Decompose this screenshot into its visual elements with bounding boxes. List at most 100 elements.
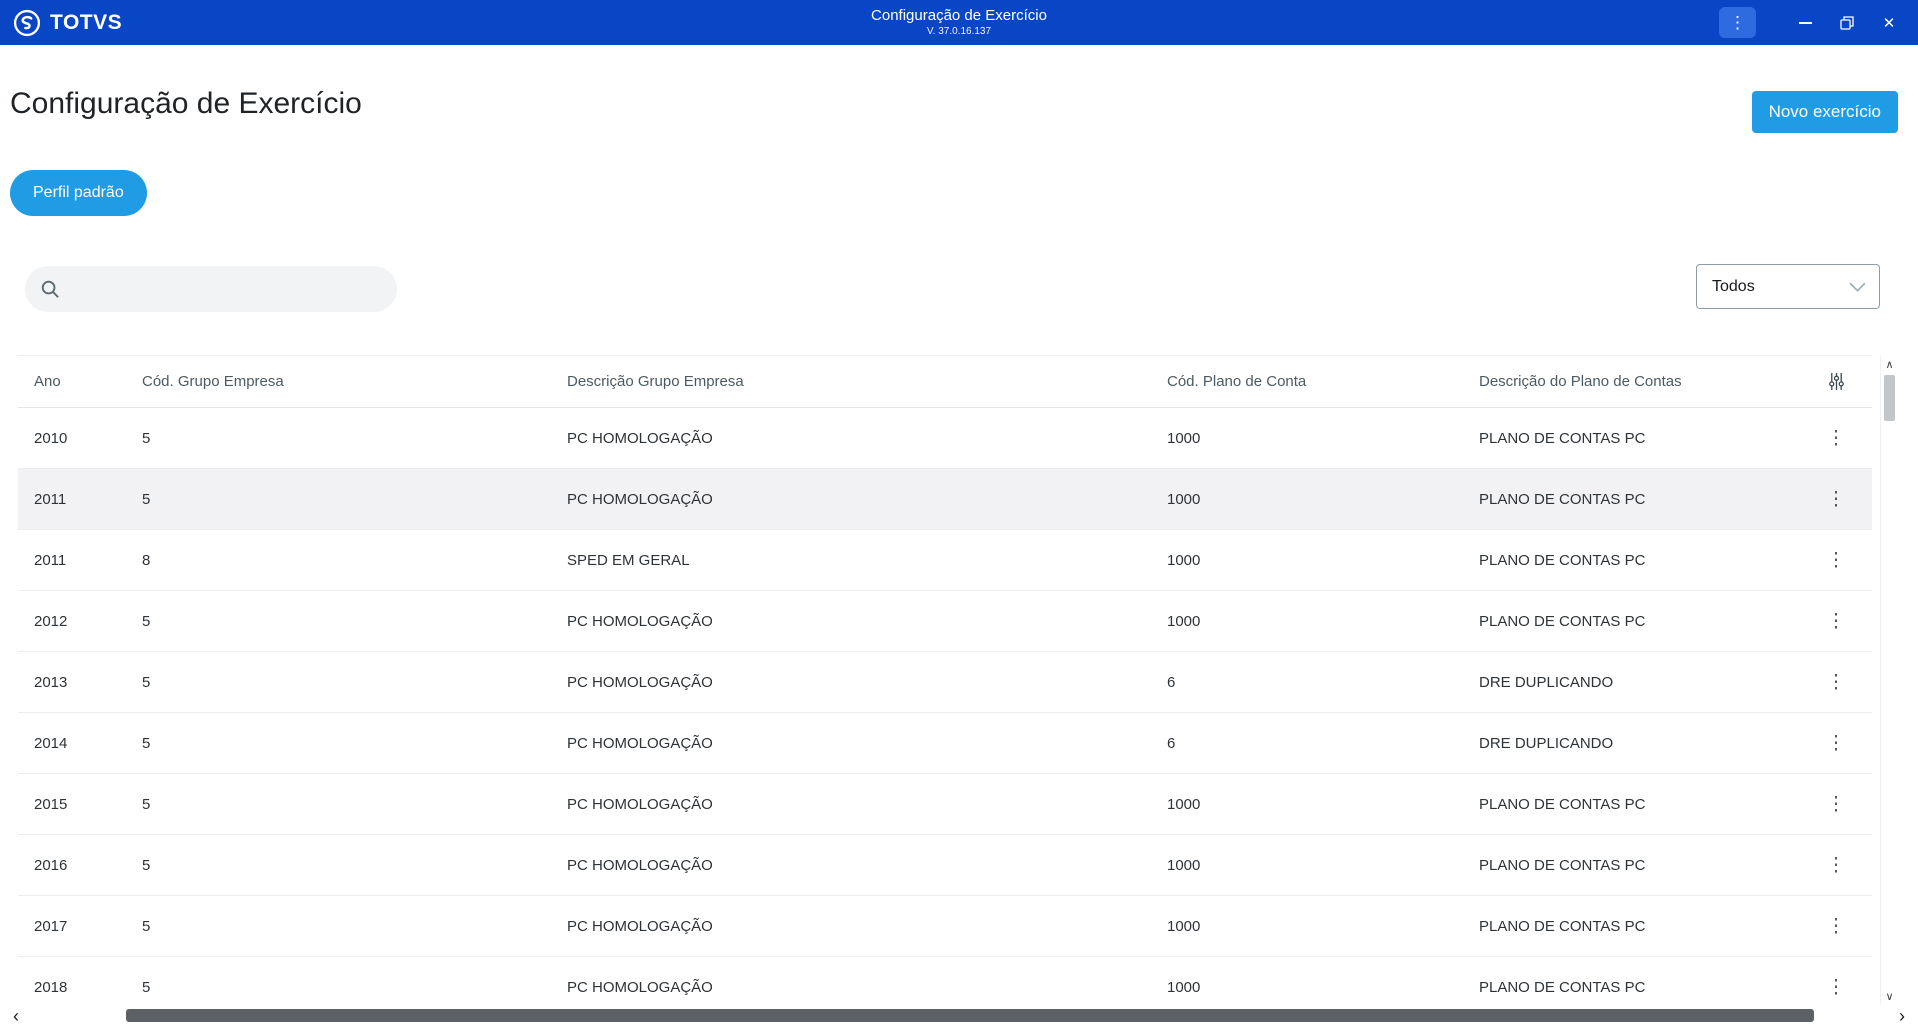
cell-descricao-grupo-empresa: PC HOMOLOGAÇÃO (567, 673, 713, 691)
cell-descricao-plano-de-contas: PLANO DE CONTAS PC (1479, 490, 1646, 508)
titlebar-menu-button[interactable]: ⋮ (1719, 7, 1756, 38)
kebab-menu-icon: ⋮ (1729, 13, 1746, 32)
row-actions-menu-button[interactable]: ⋮ (1818, 852, 1855, 879)
window-title: Configuração de Exercício (871, 7, 1047, 24)
cell-cod-plano-de-conta: 6 (1167, 734, 1176, 752)
cell-ano: 2011 (34, 490, 67, 508)
cell-descricao-plano-de-contas: PLANO DE CONTAS PC (1479, 978, 1646, 996)
cell-cod-grupo-empresa: 5 (142, 978, 151, 996)
cell-descricao-plano-de-contas: DRE DUPLICANDO (1479, 734, 1614, 752)
horizontal-scrollbar-thumb[interactable] (126, 1009, 1814, 1022)
table-body: 2010 5 PC HOMOLOGAÇÃO 1000 PLANO DE CONT… (18, 408, 1872, 1005)
cell-descricao-grupo-empresa: PC HOMOLOGAÇÃO (567, 978, 713, 996)
close-button[interactable]: ✕ (1868, 7, 1910, 38)
filter-dropdown[interactable]: Todos (1696, 264, 1880, 309)
cell-cod-plano-de-conta: 1000 (1167, 917, 1201, 935)
cell-descricao-plano-de-contas: PLANO DE CONTAS PC (1479, 795, 1646, 813)
search-box[interactable] (25, 266, 397, 312)
table-row[interactable]: 2016 5 PC HOMOLOGAÇÃO 1000 PLANO DE CONT… (18, 835, 1872, 896)
scroll-left-arrow-icon[interactable]: ‹ (6, 1007, 26, 1025)
cell-descricao-grupo-empresa: PC HOMOLOGAÇÃO (567, 856, 713, 874)
search-input[interactable] (72, 280, 382, 298)
cell-descricao-grupo-empresa: PC HOMOLOGAÇÃO (567, 917, 713, 935)
row-actions-menu-button[interactable]: ⋮ (1818, 913, 1855, 940)
cell-cod-plano-de-conta: 6 (1167, 673, 1176, 691)
cell-ano: 2015 (34, 795, 68, 813)
titlebar: TOTVS Configuração de Exercício V. 37.0.… (0, 0, 1918, 45)
horizontal-scrollbar-track[interactable] (26, 1005, 1892, 1027)
perfil-padrao-chip[interactable]: Perfil padrão (10, 170, 147, 216)
cell-ano: 2013 (34, 673, 68, 691)
table-settings-button[interactable] (1828, 372, 1845, 391)
table-row[interactable]: 2012 5 PC HOMOLOGAÇÃO 1000 PLANO DE CONT… (18, 591, 1872, 652)
cell-cod-plano-de-conta: 1000 (1167, 612, 1201, 630)
cell-cod-grupo-empresa: 5 (142, 917, 151, 935)
column-sliders-icon (1828, 373, 1844, 390)
table-row[interactable]: 2015 5 PC HOMOLOGAÇÃO 1000 PLANO DE CONT… (18, 774, 1872, 835)
cell-cod-plano-de-conta: 1000 (1167, 490, 1201, 508)
cell-descricao-grupo-empresa: SPED EM GERAL (567, 551, 690, 569)
scroll-down-arrow-icon[interactable]: ∨ (1885, 988, 1893, 1004)
table-row[interactable]: 2017 5 PC HOMOLOGAÇÃO 1000 PLANO DE CONT… (18, 896, 1872, 957)
vertical-scrollbar[interactable]: ∧ ∨ (1880, 356, 1898, 1004)
cell-cod-plano-de-conta: 1000 (1167, 795, 1201, 813)
table-row[interactable]: 2013 5 PC HOMOLOGAÇÃO 6 DRE DUPLICANDO ⋮ (18, 652, 1872, 713)
novo-exercicio-button[interactable]: Novo exercício (1751, 91, 1898, 133)
cell-ano: 2017 (34, 917, 68, 935)
cell-ano: 2018 (34, 978, 68, 996)
cell-descricao-plano-de-contas: PLANO DE CONTAS PC (1479, 612, 1646, 630)
column-header-ano[interactable]: Ano (34, 373, 142, 390)
column-header-descricao-grupo-empresa[interactable]: Descrição Grupo Empresa (567, 373, 1167, 390)
cell-ano: 2011 (34, 551, 67, 569)
row-actions-menu-button[interactable]: ⋮ (1818, 791, 1855, 818)
close-icon: ✕ (1882, 14, 1896, 32)
cell-cod-plano-de-conta: 1000 (1167, 551, 1201, 569)
table-header: Ano Cód. Grupo Empresa Descrição Grupo E… (18, 356, 1872, 408)
filter-dropdown-value: Todos (1712, 277, 1755, 295)
row-actions-menu-button[interactable]: ⋮ (1818, 547, 1855, 574)
cell-descricao-grupo-empresa: PC HOMOLOGAÇÃO (567, 612, 713, 630)
column-header-cod-grupo-empresa[interactable]: Cód. Grupo Empresa (142, 373, 567, 390)
row-actions-menu-button[interactable]: ⋮ (1818, 669, 1855, 696)
table-row[interactable]: 2011 5 PC HOMOLOGAÇÃO 1000 PLANO DE CONT… (18, 469, 1872, 530)
titlebar-title-block: Configuração de Exercício V. 37.0.16.137 (871, 7, 1047, 38)
table-row[interactable]: 2014 5 PC HOMOLOGAÇÃO 6 DRE DUPLICANDO ⋮ (18, 713, 1872, 774)
brand-name: TOTVS (50, 10, 123, 34)
maximize-button[interactable] (1826, 7, 1868, 38)
column-header-cod-plano-de-conta[interactable]: Cód. Plano de Conta (1167, 373, 1479, 390)
row-actions-menu-button[interactable]: ⋮ (1818, 608, 1855, 635)
exercise-table: Ano Cód. Grupo Empresa Descrição Grupo E… (18, 355, 1872, 1005)
cell-ano: 2010 (34, 429, 68, 447)
brand: TOTVS (0, 9, 122, 37)
app-version: V. 37.0.16.137 (926, 25, 992, 37)
row-actions-menu-button[interactable]: ⋮ (1818, 974, 1855, 1001)
table-row[interactable]: 2010 5 PC HOMOLOGAÇÃO 1000 PLANO DE CONT… (18, 408, 1872, 469)
cell-descricao-grupo-empresa: PC HOMOLOGAÇÃO (567, 795, 713, 813)
column-header-descricao-plano-de-contas[interactable]: Descrição do Plano de Contas (1479, 373, 1800, 390)
table-row[interactable]: 2011 8 SPED EM GERAL 1000 PLANO DE CONTA… (18, 530, 1872, 591)
minimize-button[interactable] (1784, 7, 1826, 38)
cell-ano: 2014 (34, 734, 68, 752)
cell-cod-grupo-empresa: 5 (142, 856, 151, 874)
row-actions-menu-button[interactable]: ⋮ (1818, 486, 1855, 513)
cell-descricao-plano-de-contas: PLANO DE CONTAS PC (1479, 551, 1646, 569)
cell-descricao-plano-de-contas: PLANO DE CONTAS PC (1479, 429, 1646, 447)
scroll-right-arrow-icon[interactable]: › (1892, 1007, 1912, 1025)
horizontal-scrollbar[interactable]: ‹ › (6, 1005, 1912, 1027)
cell-descricao-grupo-empresa: PC HOMOLOGAÇÃO (567, 490, 713, 508)
cell-cod-grupo-empresa: 5 (142, 673, 151, 691)
cell-cod-grupo-empresa: 5 (142, 490, 151, 508)
totvs-logo-icon (13, 9, 41, 36)
row-actions-menu-button[interactable]: ⋮ (1818, 730, 1855, 757)
row-actions-menu-button[interactable]: ⋮ (1818, 425, 1855, 452)
vertical-scrollbar-thumb[interactable] (1884, 375, 1895, 421)
window-controls: ⋮ ✕ (1719, 7, 1918, 38)
cell-cod-grupo-empresa: 5 (142, 429, 151, 447)
search-icon (41, 280, 59, 298)
cell-descricao-grupo-empresa: PC HOMOLOGAÇÃO (567, 734, 713, 752)
cell-descricao-grupo-empresa: PC HOMOLOGAÇÃO (567, 429, 713, 447)
table-row[interactable]: 2018 5 PC HOMOLOGAÇÃO 1000 PLANO DE CONT… (18, 957, 1872, 1005)
cell-ano: 2016 (34, 856, 68, 874)
scroll-up-arrow-icon[interactable]: ∧ (1885, 356, 1893, 372)
cell-cod-plano-de-conta: 1000 (1167, 429, 1201, 447)
